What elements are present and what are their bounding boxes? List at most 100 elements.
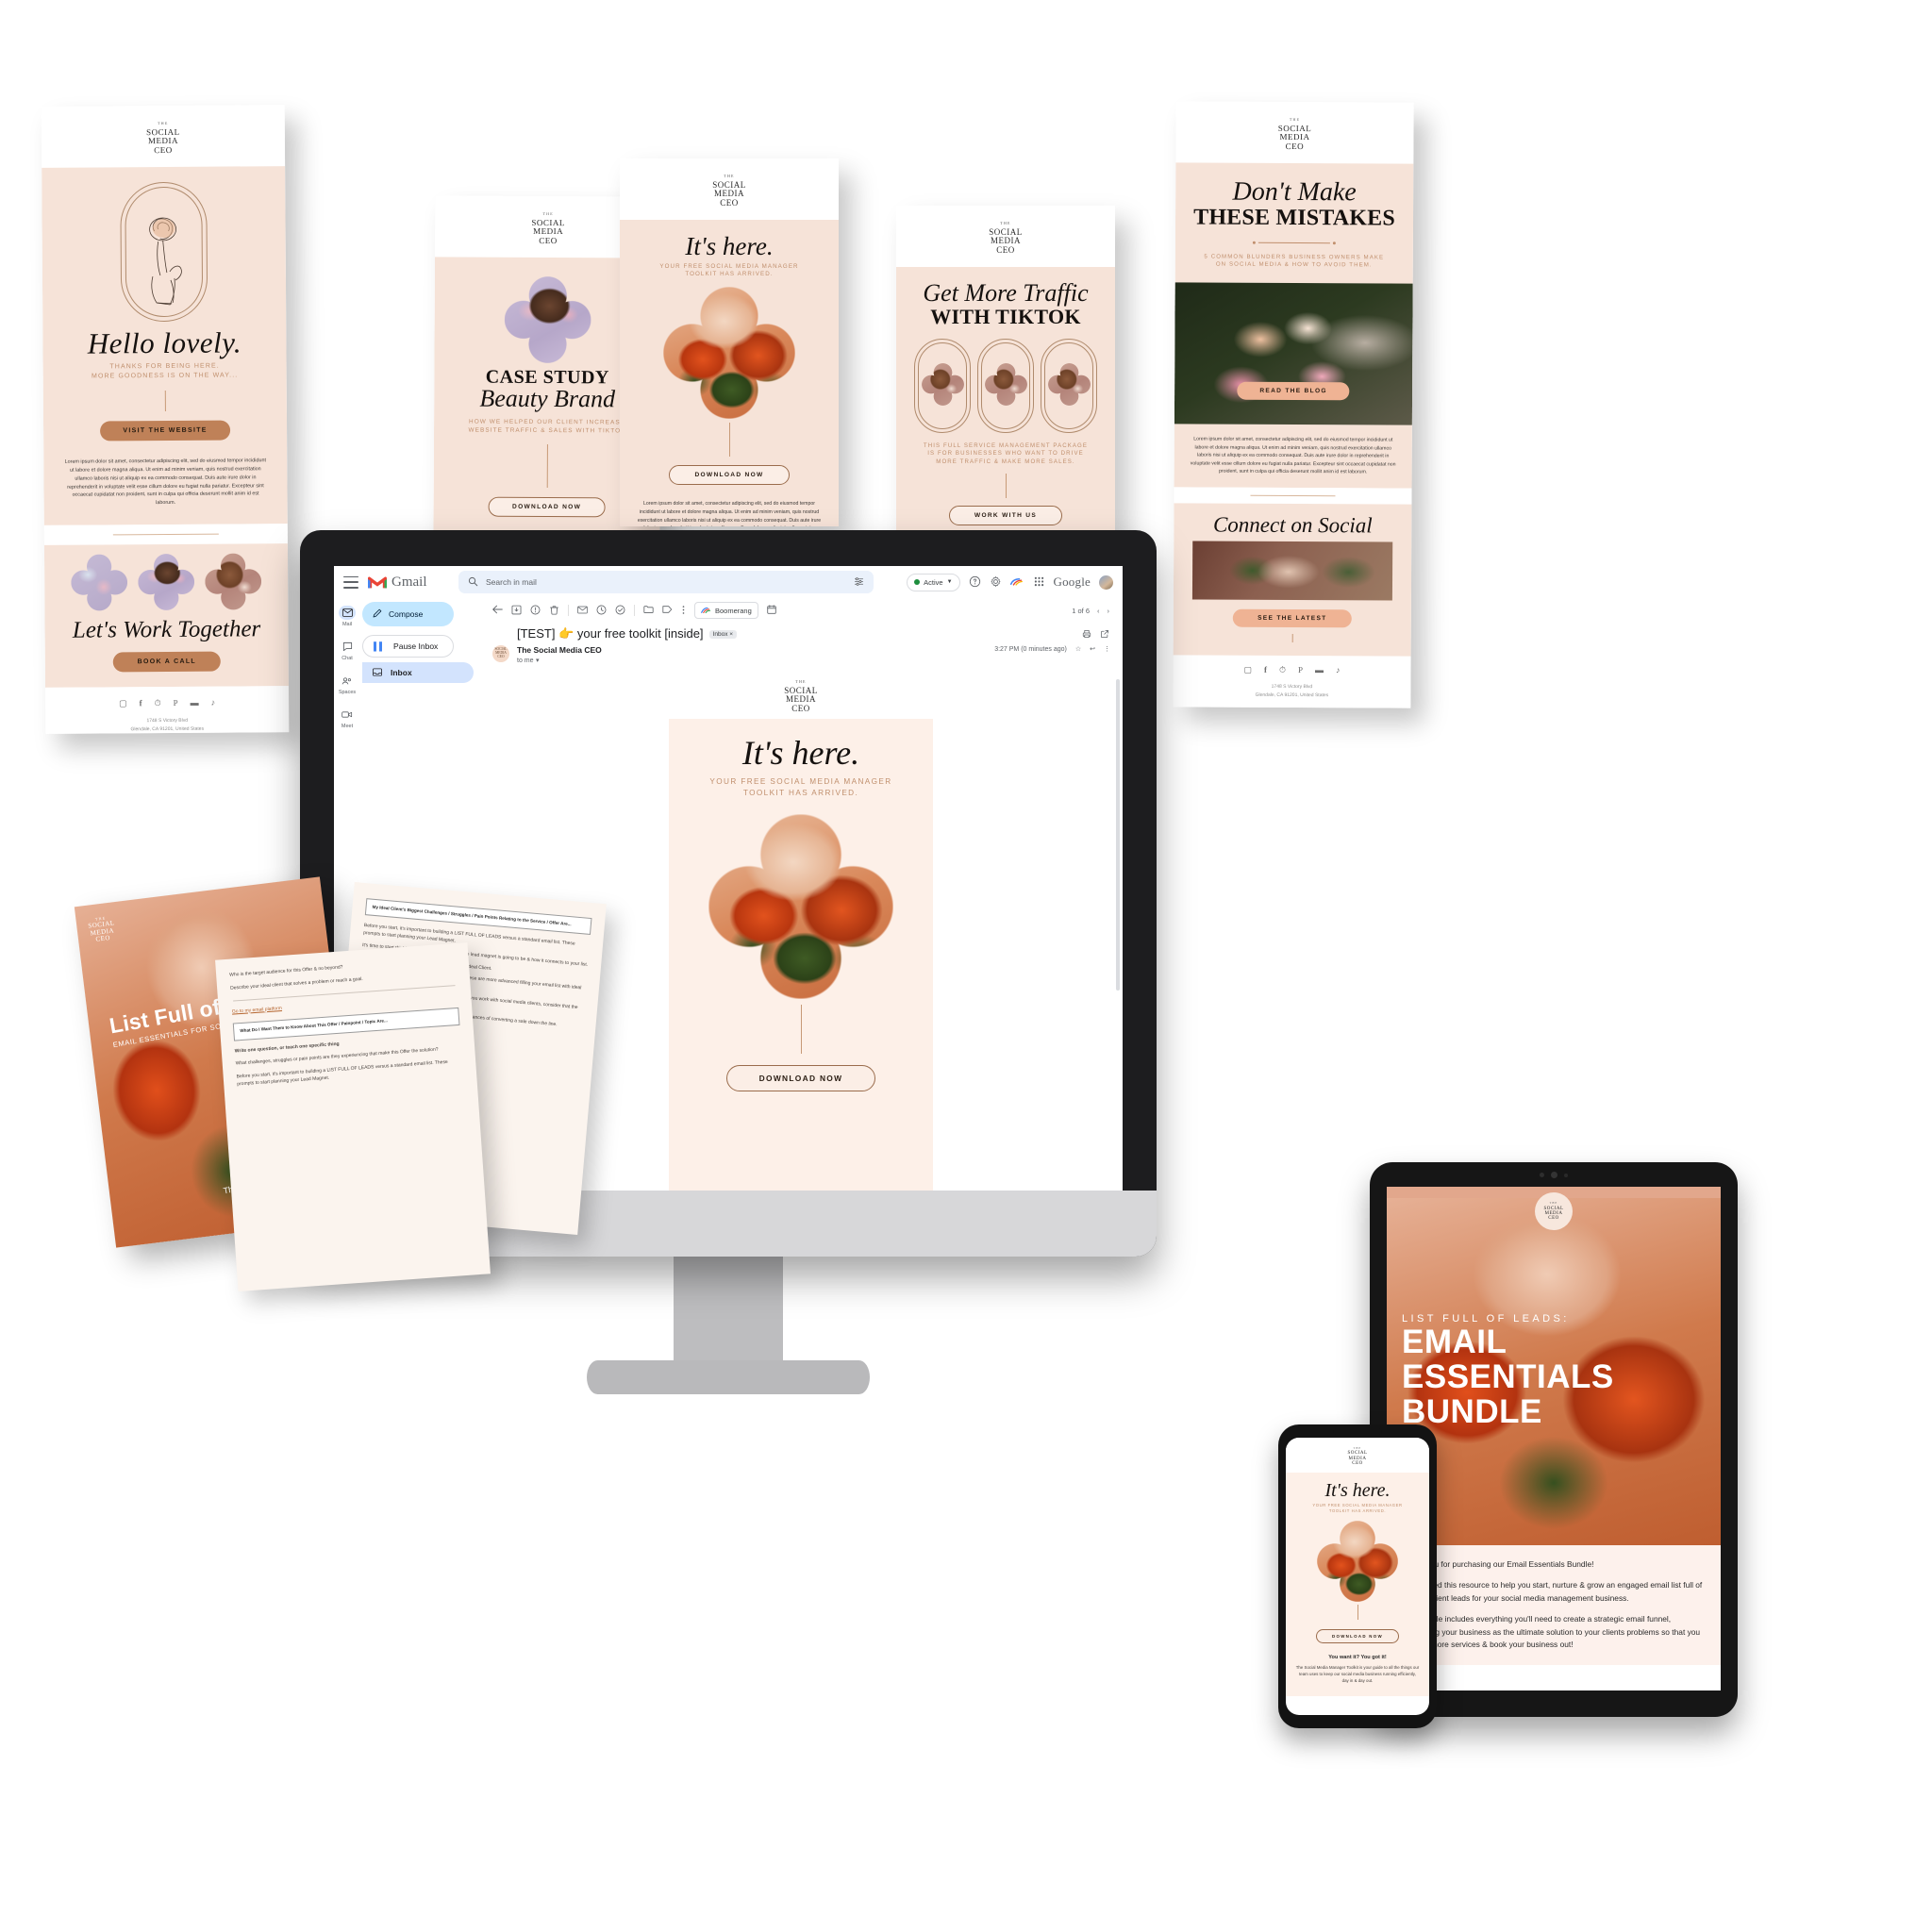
inbox-chip[interactable]: Inbox × <box>708 629 738 639</box>
book-a-call-button[interactable]: BOOK A CALL <box>112 651 222 673</box>
boomerang-button[interactable]: Boomerang <box>694 602 758 619</box>
sidebar-item-meet[interactable]: Meet <box>339 708 356 729</box>
mockup-canvas: THE SOCIAL MEDIA CEO Hello lovely. THANK… <box>0 0 1932 1932</box>
see-the-latest-button[interactable]: SEE THE LATEST <box>1233 608 1352 628</box>
mistakes-body: Lorem ipsum dolor sit amet, consectetur … <box>1190 436 1396 475</box>
email-preview-mistakes[interactable]: THE SOCIAL MEDIA CEO Don't Make THESE MISTA… <box>1173 101 1414 708</box>
prev-message-icon[interactable]: ‹ <box>1097 607 1100 615</box>
report-spam-icon[interactable] <box>530 605 541 617</box>
tiktok-icon[interactable]: ♪ <box>1336 665 1341 675</box>
compose-button[interactable]: Compose <box>362 602 454 626</box>
pinterest-icon[interactable]: P <box>1298 665 1303 675</box>
recipient-label[interactable]: to me <box>517 658 534 664</box>
search-input[interactable]: Search in mail <box>458 571 874 593</box>
social-links-row[interactable]: ▢ f ⏱ P ▬ ♪ <box>45 697 289 709</box>
email-title: Hello lovely. <box>87 325 242 360</box>
monitor-stand-neck <box>674 1255 783 1373</box>
sidebar-label-meet: Meet <box>341 724 354 729</box>
status-badge[interactable]: Active ▼ <box>907 573 960 591</box>
message-scrollbar[interactable] <box>1116 679 1120 991</box>
delete-icon[interactable] <box>549 605 559 617</box>
more-icon[interactable]: ⋮ <box>1104 645 1110 653</box>
download-now-button[interactable]: DOWNLOAD NOW <box>669 465 790 486</box>
mail-download-button[interactable]: DOWNLOAD NOW <box>725 1064 876 1091</box>
email-subtitle-line-2: MORE GOODNESS IS ON THE WAY... <box>92 372 239 380</box>
tablet-title-3: BUNDLE <box>1402 1393 1542 1430</box>
reply-icon[interactable]: ↩ <box>1090 645 1095 653</box>
sidebar-item-spaces[interactable]: Spaces <box>339 674 356 695</box>
client-photo-1 <box>70 554 128 611</box>
its-here-subtitle-2: TOOLKIT HAS ARRIVED. <box>685 271 774 278</box>
phone-brand-logo: THE SOCIAL MEDIA CEO <box>1347 1447 1368 1467</box>
email-preview-its-here[interactable]: THE SOCIAL MEDIA CEO It's here. YOUR FREE S… <box>620 158 839 526</box>
message-pager: 1 of 6 ‹ › <box>1072 607 1109 615</box>
twitter-icon[interactable]: ⏱ <box>155 698 161 708</box>
pinterest-icon[interactable]: P <box>174 698 178 708</box>
recipient-chevron-icon[interactable]: ▾ <box>536 658 540 664</box>
pause-inbox-button[interactable]: ▌▌ Pause Inbox <box>362 635 454 658</box>
download-now-button[interactable]: DOWNLOAD NOW <box>488 496 606 518</box>
spaces-icon <box>339 674 356 688</box>
work-with-us-button[interactable]: WORK WITH US <box>948 505 1063 525</box>
message-toolbar: Boomerang 1 of 6 ‹ › <box>479 598 1123 623</box>
rose-hand-illustration <box>120 181 208 322</box>
facebook-icon[interactable]: f <box>1264 665 1267 675</box>
sidebar-item-inbox[interactable]: Inbox <box>362 662 474 683</box>
search-options-icon[interactable] <box>854 576 864 589</box>
phone-body: The Social Media Manager Toolkit is your… <box>1295 1665 1420 1684</box>
mark-unread-icon[interactable] <box>577 606 588 616</box>
back-arrow-icon[interactable] <box>492 605 503 616</box>
gmail-logo-icon <box>368 575 387 590</box>
email-preview-tiktok[interactable]: THE SOCIAL MEDIA CEO Get More Traffic WITH … <box>896 206 1115 583</box>
avatar[interactable] <box>1099 575 1113 590</box>
chat-icon <box>339 640 356 654</box>
twitter-icon[interactable]: ⏱ <box>1279 665 1286 675</box>
phone-download-button[interactable]: DOWNLOAD NOW <box>1316 1629 1399 1644</box>
read-the-blog-button[interactable]: READ THE BLOG <box>1237 381 1350 401</box>
address-line-2: Glendale, CA 91201, United States <box>1255 691 1329 698</box>
star-icon[interactable]: ☆ <box>1075 645 1081 653</box>
mail-hero-photo <box>708 813 893 999</box>
google-apps-icon[interactable] <box>1033 575 1045 590</box>
tablet-title-2: ESSENTIALS <box>1402 1358 1614 1395</box>
help-icon[interactable] <box>969 575 981 590</box>
archive-icon[interactable] <box>511 605 522 617</box>
gmail-brand[interactable]: Gmail <box>368 575 449 591</box>
instagram-icon[interactable]: ▢ <box>119 699 127 709</box>
worksheet-field-1-label: My Ideal Client's Biggest Challenges / S… <box>372 904 572 927</box>
visit-website-button[interactable]: VISIT THE WEBSITE <box>100 420 230 441</box>
main-menu-icon[interactable] <box>343 575 358 589</box>
snooze-icon[interactable] <box>596 605 607 617</box>
mail-subtitle-2: TOOLKIT HAS ARRIVED. <box>742 788 859 797</box>
status-label: Active <box>924 577 943 587</box>
label-icon[interactable] <box>662 605 673 616</box>
social-links-row[interactable]: ▢ f ⏱ P ▬ ♪ <box>1173 664 1410 675</box>
phone-hero-photo <box>1317 1521 1398 1603</box>
print-icon[interactable] <box>1082 627 1091 641</box>
tablet-screen: THE SOCIAL MEDIA CEO LIST FULL OF LEADS: EM… <box>1387 1187 1721 1690</box>
email-preview-welcome[interactable]: THE SOCIAL MEDIA CEO Hello lovely. THANK… <box>41 105 290 734</box>
open-in-new-icon[interactable] <box>1100 627 1109 641</box>
youtube-icon[interactable]: ▬ <box>191 698 199 708</box>
move-to-icon[interactable] <box>643 605 654 616</box>
google-rainbow-icon[interactable] <box>1009 577 1024 588</box>
gmail-header-actions: Active ▼ Google <box>907 573 1113 591</box>
gmail-title: Gmail <box>391 574 427 590</box>
youtube-icon[interactable]: ▬ <box>1315 665 1324 675</box>
sidebar-label-spaces: Spaces <box>338 690 357 695</box>
sidebar-item-mail[interactable]: Mail <box>339 606 356 627</box>
mistakes-title-1: Don't Make <box>1232 176 1357 207</box>
facebook-icon[interactable]: f <box>140 698 142 708</box>
more-options-icon[interactable] <box>681 605 686 617</box>
search-placeholder: Search in mail <box>486 577 537 587</box>
sidebar-item-chat[interactable]: Chat <box>339 640 356 661</box>
logo-the: THE <box>1289 116 1301 123</box>
boomerang-calendar-icon[interactable] <box>767 605 776 616</box>
add-task-icon[interactable] <box>615 605 625 617</box>
settings-gear-icon[interactable] <box>990 575 1002 590</box>
phone-subtitle-2: TOOLKIT HAS ARRIVED. <box>1328 1508 1387 1514</box>
next-message-icon[interactable]: › <box>1108 607 1110 615</box>
instagram-icon[interactable]: ▢ <box>1243 665 1252 675</box>
worksheet-field-2-label: What Do I Want Them to Know About This O… <box>240 1018 389 1034</box>
tiktok-icon[interactable]: ♪ <box>211 698 216 708</box>
